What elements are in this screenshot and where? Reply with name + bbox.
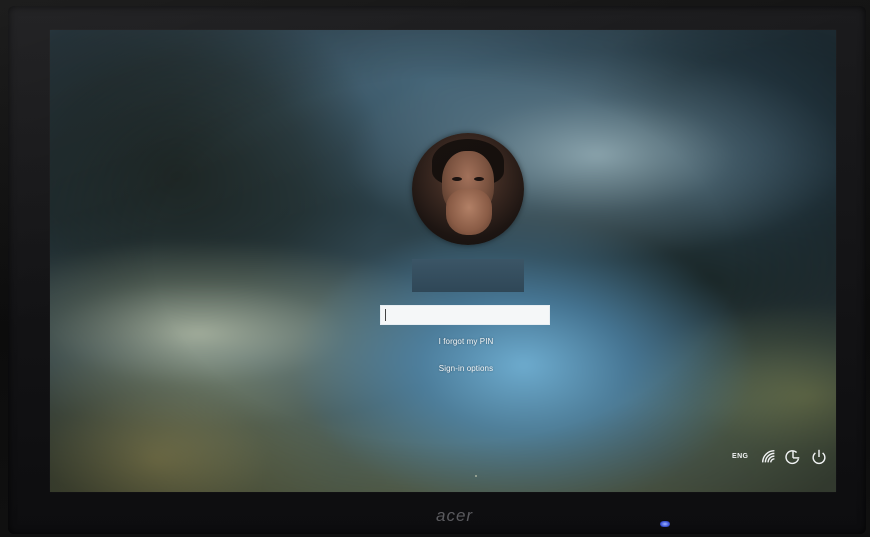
monitor-brand-logo: acer [436, 506, 474, 525]
user-avatar [412, 133, 524, 245]
login-panel: I forgot my PIN Sign-in options [50, 30, 836, 492]
language-indicator[interactable]: ENG [732, 453, 748, 460]
system-tray: ENG [730, 448, 830, 468]
network-icon[interactable] [760, 448, 778, 466]
monitor-power-led [660, 521, 670, 527]
text-caret [385, 309, 386, 321]
username-redacted [412, 259, 524, 292]
monitor-screen: I forgot my PIN Sign-in options ENG [50, 30, 836, 492]
pin-input[interactable] [380, 305, 550, 325]
photo-frame: I forgot my PIN Sign-in options ENG acer [0, 0, 870, 537]
ease-of-access-icon[interactable] [784, 448, 802, 466]
forgot-pin-link[interactable]: I forgot my PIN [386, 337, 546, 346]
power-icon[interactable] [810, 448, 828, 466]
sign-in-options-link[interactable]: Sign-in options [386, 364, 546, 373]
